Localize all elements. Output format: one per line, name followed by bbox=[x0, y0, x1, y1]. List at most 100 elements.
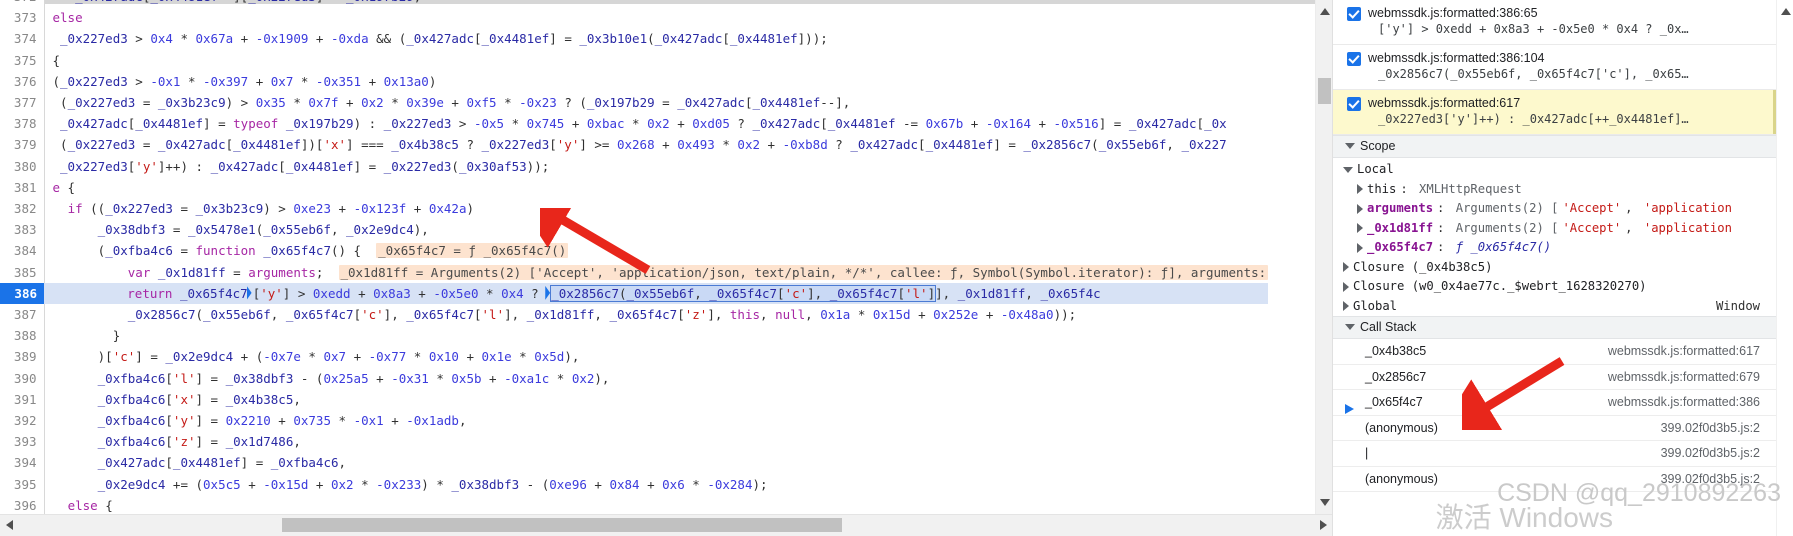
line-content[interactable]: _0xfba4c6['x'] = _0x4b38c5, bbox=[44, 389, 1268, 410]
code-line[interactable]: 373 else bbox=[0, 7, 1268, 29]
breakpoint-checkbox-icon[interactable] bbox=[1347, 7, 1361, 21]
line-number[interactable]: 380 bbox=[0, 155, 45, 177]
code-line[interactable]: 377 (_0x227ed3 = _0x3b23c9) > 0x35 * 0x7… bbox=[0, 92, 1268, 114]
chevron-right-icon[interactable] bbox=[1357, 242, 1363, 253]
breakpoint-location[interactable]: webmssdk.js:formatted:386:104 bbox=[1368, 50, 1689, 66]
editor-scroll-area[interactable]: 372 _0x427adc[_0x4481ef--][_0x227ed3] = … bbox=[0, 0, 1332, 514]
code-line[interactable]: 393 _0xfba4c6['z'] = _0x1d7486, bbox=[0, 431, 1268, 453]
chevron-down-icon[interactable] bbox=[1345, 143, 1355, 149]
code-line[interactable]: 392 _0xfba4c6['y'] = 0x2210 + 0x735 * -0… bbox=[0, 410, 1268, 432]
code-line[interactable]: 375 { bbox=[0, 49, 1268, 71]
line-content[interactable]: else bbox=[44, 7, 1268, 28]
scroll-down-arrow-icon[interactable] bbox=[1320, 499, 1330, 506]
scope-entry-this[interactable]: this: XMLHttpRequest bbox=[1333, 180, 1776, 200]
line-number[interactable]: 396 bbox=[0, 494, 45, 514]
line-number[interactable]: 382 bbox=[0, 198, 45, 220]
code-line[interactable]: 376 (_0x227ed3 > -0x1 * -0x397 + 0x7 * -… bbox=[0, 70, 1268, 93]
line-content[interactable]: return _0x65f4c7 ['y'] > 0xedd + 0x8a3 + … bbox=[44, 282, 1269, 305]
line-content[interactable]: _0x2e9dc4 += (0x5c5 + -0x15d + 0x2 * -0x… bbox=[44, 474, 1268, 495]
line-content[interactable]: _0x38dbf3 = _0x5478e1(_0x55eb6f, _0x2e9d… bbox=[44, 219, 1268, 240]
breakpoint-checkbox-icon[interactable] bbox=[1347, 52, 1361, 66]
line-content[interactable]: _0x227ed3['y']++) : _0x427adc[_0x4481ef]… bbox=[44, 156, 1268, 177]
chevron-right-icon[interactable] bbox=[1357, 223, 1363, 234]
line-number[interactable]: 374 bbox=[0, 28, 45, 50]
selected-call-expression[interactable]: _0x2856c7(_0x55eb6f, _0x65f4c7['c'], _0x… bbox=[550, 284, 937, 302]
line-number[interactable]: 381 bbox=[0, 176, 45, 199]
line-number[interactable]: 375 bbox=[0, 49, 45, 71]
chevron-right-icon[interactable] bbox=[1343, 262, 1349, 273]
line-content[interactable]: if ((_0x227ed3 = _0x3b23c9) > 0xe23 + -0… bbox=[44, 198, 1268, 219]
scope-group-global[interactable]: Global Window bbox=[1333, 297, 1776, 317]
line-number[interactable]: 387 bbox=[0, 304, 45, 326]
line-number[interactable]: 394 bbox=[0, 452, 45, 474]
scroll-left-arrow-icon[interactable] bbox=[6, 520, 13, 530]
chevron-down-icon[interactable] bbox=[1345, 324, 1355, 330]
line-content[interactable]: else { bbox=[44, 495, 1268, 514]
code-line[interactable]: 385 var _0x1d81ff = arguments; _0x1d81ff… bbox=[0, 261, 1269, 283]
call-stack-frame[interactable]: | 399.02f0d3b5.js:2 bbox=[1333, 441, 1776, 467]
editor-vertical-scrollbar[interactable] bbox=[1315, 0, 1332, 514]
chevron-down-icon[interactable] bbox=[1343, 166, 1353, 173]
line-content[interactable]: } bbox=[44, 325, 1268, 346]
code-line[interactable]: 390 _0xfba4c6['l'] = _0x38dbf3 - (0x25a5… bbox=[0, 367, 1268, 389]
line-content[interactable]: _0x227ed3 > 0x4 * 0x67a + -0x1909 + -0xd… bbox=[44, 28, 1268, 49]
line-content[interactable]: { bbox=[44, 50, 1268, 71]
breakpoint-item[interactable]: webmssdk.js:formatted:386:65 ['y'] > 0xe… bbox=[1333, 0, 1776, 45]
line-content[interactable]: _0x427adc[_0x4481ef--][_0x227ed3] = _0x1… bbox=[44, 0, 1268, 7]
code-line[interactable]: 389 )['c'] = _0x2e9dc4 + (-0x7e * 0x7 + … bbox=[0, 346, 1268, 368]
line-number[interactable]: 376 bbox=[0, 70, 45, 93]
code-line[interactable]: 388 } bbox=[0, 325, 1268, 347]
code-line[interactable]: 384 (_0xfba4c6 = function _0x65f4c7() { … bbox=[0, 240, 1268, 262]
line-number[interactable]: 393 bbox=[0, 431, 45, 453]
call-stack-frame[interactable]: (anonymous) 399.02f0d3b5.js:2 bbox=[1333, 415, 1776, 441]
scroll-right-arrow-icon[interactable] bbox=[1320, 520, 1327, 530]
line-number[interactable]: 390 bbox=[0, 367, 45, 389]
line-number[interactable]: 378 bbox=[0, 113, 45, 135]
breakpoint-item-hit[interactable]: webmssdk.js:formatted:617 _0x227ed3['y']… bbox=[1333, 90, 1776, 135]
line-content[interactable]: _0xfba4c6['z'] = _0x1d7486, bbox=[44, 431, 1268, 452]
line-number[interactable]: 392 bbox=[0, 410, 45, 432]
code-line[interactable]: 383 _0x38dbf3 = _0x5478e1(_0x55eb6f, _0x… bbox=[0, 219, 1268, 241]
breakpoint-location[interactable]: webmssdk.js:formatted:617 bbox=[1368, 95, 1689, 111]
call-stack-frame[interactable]: _0x4b38c5 webmssdk.js:formatted:617 bbox=[1333, 339, 1776, 365]
code-line[interactable]: 380 _0x227ed3['y']++) : _0x427adc[_0x448… bbox=[0, 155, 1268, 177]
chevron-right-icon[interactable] bbox=[1343, 301, 1349, 312]
code-line[interactable]: 396 else { bbox=[0, 494, 1268, 514]
scope-section-header[interactable]: Scope bbox=[1333, 135, 1776, 158]
line-content[interactable]: (_0xfba4c6 = function _0x65f4c7() { _0x6… bbox=[44, 240, 1268, 261]
scope-entry-0x65f4c7[interactable]: _0x65f4c7: ƒ _0x65f4c7() bbox=[1333, 238, 1776, 258]
code-line[interactable]: 374 _0x227ed3 > 0x4 * 0x67a + -0x1909 + … bbox=[0, 28, 1268, 50]
line-number[interactable]: 373 bbox=[0, 7, 45, 29]
line-content[interactable]: _0xfba4c6['l'] = _0x38dbf3 - (0x25a5 + -… bbox=[44, 368, 1268, 389]
line-number[interactable]: 391 bbox=[0, 388, 45, 411]
sidebar-vertical-scrollbar[interactable] bbox=[1776, 0, 1793, 536]
line-content[interactable]: _0x2856c7(_0x55eb6f, _0x65f4c7['c'], _0x… bbox=[44, 304, 1268, 325]
line-number[interactable]: 388 bbox=[0, 325, 45, 347]
line-content[interactable]: (_0x227ed3 > -0x1 * -0x397 + 0x7 * -0x35… bbox=[44, 71, 1268, 92]
line-number[interactable]: 395 bbox=[0, 473, 45, 495]
scope-group-closure-2[interactable]: Closure (w0_0x4ae77c._$webrt_1628320270) bbox=[1333, 277, 1776, 297]
line-content[interactable]: e { bbox=[44, 177, 1268, 198]
line-number[interactable]: 385 bbox=[0, 261, 45, 283]
code-line[interactable]: 379 (_0x227ed3 = _0x427adc[_0x4481ef])['… bbox=[0, 134, 1268, 156]
code-line[interactable]: 378 _0x427adc[_0x4481ef] = typeof _0x197… bbox=[0, 113, 1268, 135]
line-number[interactable]: 379 bbox=[0, 134, 45, 156]
scope-entry-0x1d81ff[interactable]: _0x1d81ff: Arguments(2) ['Accept', 'appl… bbox=[1333, 219, 1776, 239]
scope-entry-arguments[interactable]: arguments: Arguments(2) ['Accept', 'appl… bbox=[1333, 199, 1776, 219]
line-content[interactable]: _0x427adc[_0x4481ef] = _0xfba4c6, bbox=[44, 452, 1268, 473]
vertical-scroll-thumb[interactable] bbox=[1318, 78, 1331, 104]
line-content[interactable]: (_0x227ed3 = _0x427adc[_0x4481ef])['x'] … bbox=[44, 134, 1268, 155]
chevron-right-icon[interactable] bbox=[1357, 184, 1363, 195]
scroll-up-arrow-icon[interactable] bbox=[1781, 8, 1791, 15]
scroll-up-arrow-icon[interactable] bbox=[1320, 8, 1330, 15]
scope-group-closure-1[interactable]: Closure (_0x4b38c5) bbox=[1333, 258, 1776, 278]
breakpoint-location[interactable]: webmssdk.js:formatted:386:65 bbox=[1368, 5, 1689, 21]
line-number-current[interactable]: 386 bbox=[0, 282, 44, 305]
code-line[interactable]: 395 _0x2e9dc4 += (0x5c5 + -0x15d + 0x2 *… bbox=[0, 473, 1268, 495]
code-line[interactable]: 387 _0x2856c7(_0x55eb6f, _0x65f4c7['c'],… bbox=[0, 304, 1268, 326]
code-line[interactable]: 382 if ((_0x227ed3 = _0x3b23c9) > 0xe23 … bbox=[0, 198, 1268, 220]
call-stack-frame[interactable]: _0x2856c7 webmssdk.js:formatted:679 bbox=[1333, 364, 1776, 390]
breakpoint-item[interactable]: webmssdk.js:formatted:386:104 _0x2856c7(… bbox=[1333, 45, 1776, 90]
line-content[interactable]: _0x427adc[_0x4481ef] = typeof _0x197b29)… bbox=[44, 113, 1268, 134]
line-content[interactable]: _0xfba4c6['y'] = 0x2210 + 0x735 * -0x1 +… bbox=[44, 410, 1268, 431]
